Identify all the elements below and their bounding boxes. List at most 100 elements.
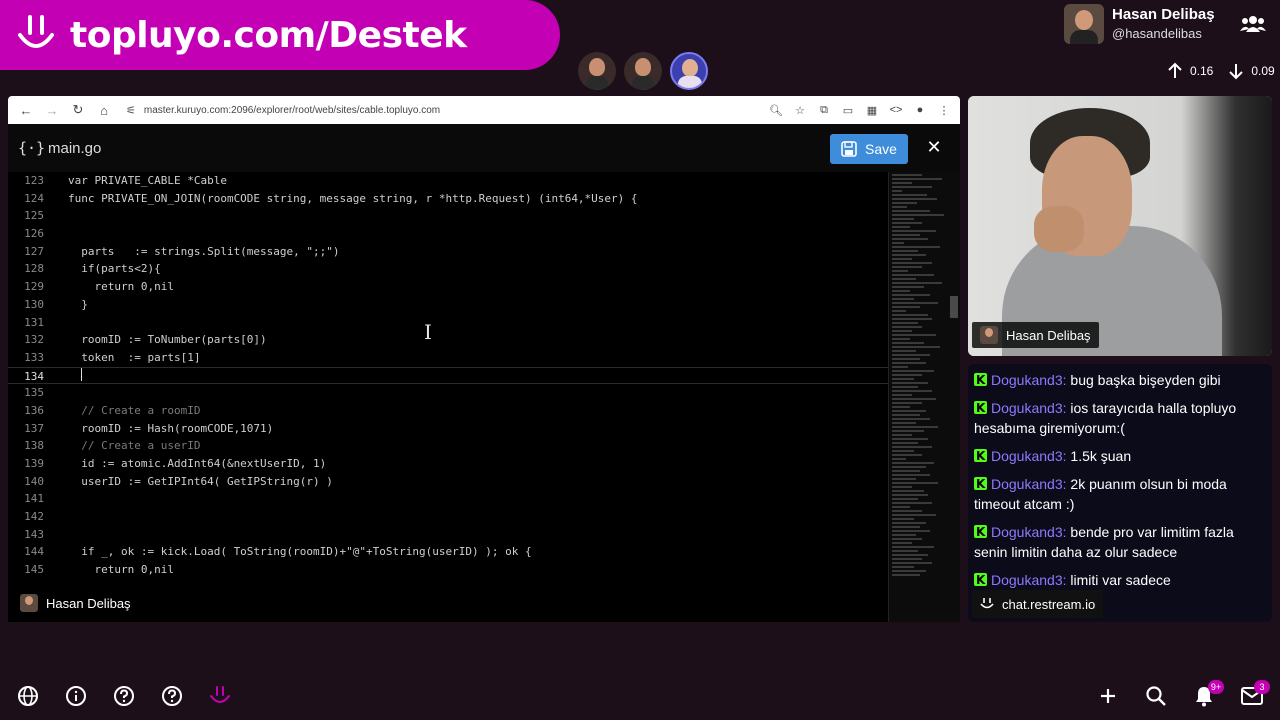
- brand-banner: topluyo.com/Destek: [0, 0, 560, 70]
- user-profile[interactable]: Hasan Delibaş @hasandelibas: [1064, 4, 1215, 44]
- notification-badge: 9+: [1208, 680, 1224, 694]
- code-line[interactable]: 138 // Create a userID: [8, 437, 888, 455]
- code-line[interactable]: 132 roomID := ToNumber(parts[0]): [8, 331, 888, 349]
- code-text: roomID := Hash(roomCODE,1071): [68, 421, 274, 435]
- chat-username[interactable]: Dogukand3:: [991, 372, 1067, 388]
- code-text: userID := GetIPInt64( GetIPString(r) ): [68, 474, 333, 488]
- apps-icon[interactable]: ▦: [864, 102, 880, 118]
- code-line[interactable]: 136 // Create a roomID: [8, 402, 888, 420]
- minimap-scrollbar[interactable]: [950, 296, 958, 318]
- browser-window: ← → ↻ ⌂ ⚟ master.kuruyo.com:2096/explore…: [8, 96, 960, 622]
- zoom-icon[interactable]: 🔍︎: [768, 102, 784, 118]
- info-icon[interactable]: [64, 684, 88, 708]
- bookmark-star-icon[interactable]: ☆: [792, 102, 808, 118]
- banner-url: topluyo.com/Destek: [70, 14, 467, 56]
- code-line[interactable]: 126: [8, 225, 888, 243]
- code-line[interactable]: 139 id := atomic.AddInt64(&nextUserID, 1…: [8, 455, 888, 473]
- code-line[interactable]: 144 if _, ok := kick.Load( ToString(room…: [8, 543, 888, 561]
- question-icon[interactable]: [160, 684, 184, 708]
- line-number: 139: [24, 457, 44, 470]
- profile-name: Hasan Delibaş: [1112, 6, 1215, 23]
- code-line[interactable]: 127 parts := strings.Split(message, ";;"…: [8, 243, 888, 261]
- forward-icon[interactable]: →: [42, 100, 62, 120]
- participant-avatar[interactable]: [670, 52, 708, 90]
- code-line[interactable]: 128 if(parts<2){: [8, 260, 888, 278]
- code-minimap[interactable]: [888, 172, 960, 622]
- webcam-feed: Hasan Delibaş: [968, 96, 1272, 356]
- site-info-icon[interactable]: ⚟: [126, 104, 136, 117]
- kick-icon: [974, 474, 987, 494]
- code-line[interactable]: 142: [8, 508, 888, 526]
- url-text: master.kuruyo.com:2096/explorer/root/web…: [143, 104, 441, 116]
- code-line[interactable]: 133 token := parts[1]: [8, 349, 888, 367]
- code-line[interactable]: 143: [8, 526, 888, 544]
- reload-icon[interactable]: ↻: [68, 100, 88, 120]
- chat-text: limiti var sadece: [1070, 572, 1171, 588]
- line-number: 143: [24, 527, 44, 541]
- upload-value: 0.16: [1190, 64, 1214, 78]
- chat-message: Dogukand3: 1.5k şuan: [974, 446, 1266, 466]
- search-icon[interactable]: [1144, 684, 1168, 708]
- chat-username[interactable]: Dogukand3:: [991, 448, 1067, 464]
- devtools-icon[interactable]: <>: [888, 102, 904, 118]
- code-text: if(parts<2){: [68, 262, 161, 276]
- line-number: 135: [24, 386, 44, 400]
- participants-list: [578, 52, 708, 90]
- code-line[interactable]: 145 return 0,nil: [8, 561, 888, 579]
- participant-avatar[interactable]: [624, 52, 662, 90]
- topluyo-icon[interactable]: [208, 684, 232, 708]
- browser-profile-icon[interactable]: ●: [912, 102, 928, 118]
- code-line[interactable]: 140 userID := GetIPInt64( GetIPString(r)…: [8, 473, 888, 491]
- media-icon[interactable]: ▭: [840, 102, 856, 118]
- save-button[interactable]: Save: [830, 134, 908, 164]
- code-line[interactable]: 125: [8, 207, 888, 225]
- line-number: 141: [24, 492, 44, 506]
- line-number: 124: [24, 191, 44, 205]
- download-arrow-icon: [1229, 64, 1244, 80]
- people-icon[interactable]: [1240, 14, 1266, 34]
- avatar: [980, 326, 998, 344]
- code-text: return 0,nil: [68, 563, 174, 577]
- code-line[interactable]: 123 var PRIVATE_CABLE *Cable: [8, 172, 888, 190]
- code-line[interactable]: 137 roomID := Hash(roomCODE,1071): [8, 420, 888, 438]
- line-number: 138: [24, 439, 44, 453]
- mail-icon[interactable]: 3: [1240, 680, 1270, 708]
- help-icon[interactable]: [112, 684, 136, 708]
- code-line[interactable]: 124 func PRIVATE_ON_JOIN(roomCODE string,…: [8, 190, 888, 208]
- code-line[interactable]: 134: [8, 366, 888, 385]
- chat-username[interactable]: Dogukand3:: [991, 476, 1067, 492]
- home-icon[interactable]: ⌂: [94, 100, 114, 120]
- code-text: func PRIVATE_ON_JOIN(roomCODE string, me…: [68, 191, 638, 205]
- code-text: if _, ok := kick.Load( ToString(roomID)+…: [68, 545, 532, 559]
- participant-avatar[interactable]: [578, 52, 616, 90]
- line-number: 123: [24, 174, 44, 187]
- close-icon[interactable]: ✕: [924, 137, 944, 157]
- code-editor[interactable]: 123 var PRIVATE_CABLE *Cable 124 func PRIVA…: [8, 172, 888, 622]
- code-file-icon: {·}: [18, 139, 46, 157]
- code-line[interactable]: 135: [8, 384, 888, 402]
- line-number: 134: [24, 369, 44, 383]
- download-value: 0.09: [1251, 64, 1275, 78]
- plus-icon[interactable]: [1096, 684, 1120, 708]
- code-line[interactable]: 131: [8, 314, 888, 332]
- line-number: 131: [24, 315, 44, 329]
- chat-username[interactable]: Dogukand3:: [991, 572, 1067, 588]
- chat-username[interactable]: Dogukand3:: [991, 524, 1067, 540]
- bell-icon[interactable]: 9+: [1192, 680, 1224, 708]
- back-icon[interactable]: ←: [16, 100, 36, 120]
- chat-username[interactable]: Dogukand3:: [991, 400, 1067, 416]
- extensions-icon[interactable]: ⧉: [816, 102, 832, 118]
- menu-icon[interactable]: ⋮: [936, 102, 952, 118]
- code-line[interactable]: 141: [8, 490, 888, 508]
- code-line[interactable]: 130 }: [8, 296, 888, 314]
- webcam-label: Hasan Delibaş: [972, 322, 1099, 348]
- url-field[interactable]: ⚟ master.kuruyo.com:2096/explorer/root/w…: [126, 104, 696, 117]
- code-line[interactable]: 129 return 0,nil: [8, 278, 888, 296]
- globe-icon[interactable]: [16, 684, 40, 708]
- screen-share-label: Hasan Delibaş: [10, 588, 141, 618]
- code-text: roomID := ToNumber(parts[0]): [68, 333, 267, 347]
